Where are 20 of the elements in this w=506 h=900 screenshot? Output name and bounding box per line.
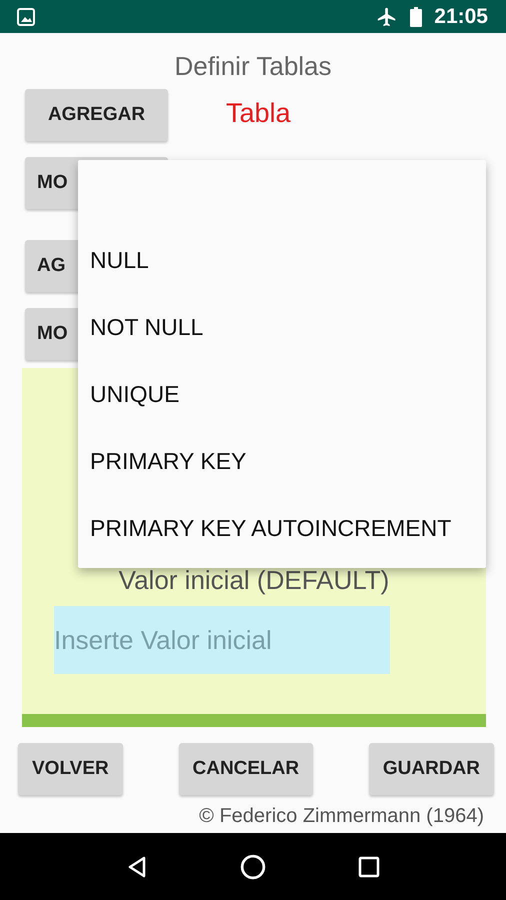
recent-apps-icon[interactable] [356,854,381,878]
airplane-icon [376,6,398,28]
action-button[interactable]: CANCELAR [178,743,314,795]
table-label: Tabla [226,98,291,128]
screen-title: Definir Tablas [173,51,333,83]
clock-time: 21:05 [434,4,488,28]
side-button[interactable]: AGREGAR [25,89,168,141]
action-button[interactable]: VOLVER [18,743,123,795]
image-icon [16,6,36,26]
copyright-text: © Federico Zimmermann (1964) [198,805,485,828]
menu-option[interactable]: NULL [78,227,486,294]
battery-icon [410,6,422,26]
action-button[interactable]: GUARDAR [368,743,494,795]
menu-option[interactable]: PRIMARY KEY AUTOINCREMENT [78,495,486,562]
menu-option[interactable]: NOT NULL [78,294,486,361]
menu-option[interactable]: PRIMARY KEY [78,428,486,495]
default-value-field[interactable]: Inserte Valor inicial [54,606,390,674]
menu-option[interactable]: UNIQUE [78,361,486,428]
default-label: Valor inicial (DEFAULT) [118,565,390,596]
home-icon[interactable] [240,854,266,880]
